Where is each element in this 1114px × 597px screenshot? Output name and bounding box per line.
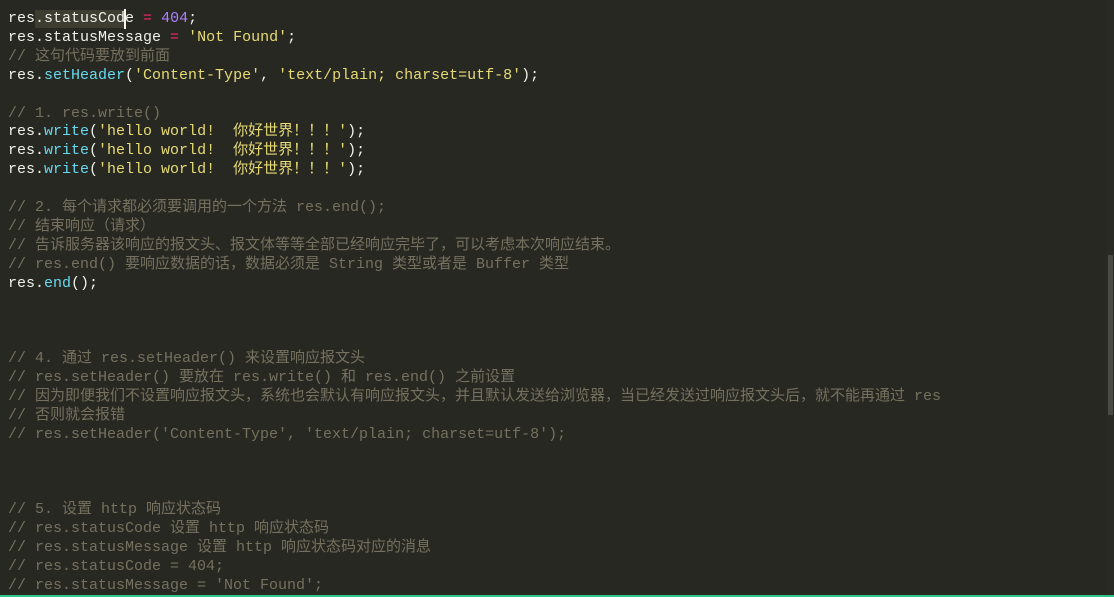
code-token: // 1. res.write(): [8, 104, 162, 122]
code-token: setHeader: [44, 66, 126, 84]
code-token: // res.statusCode = 404;: [8, 558, 225, 576]
code-token: write: [44, 142, 90, 160]
code-token: // 4. 通过 res.setHeader() 来设置响应报文头: [8, 350, 366, 368]
code-token: res.: [8, 142, 45, 160]
code-token: 'Content-Type': [134, 66, 261, 84]
code-token: // res.statusMessage = 'Not Found';: [8, 577, 324, 594]
code-line: // 1. res.write(): [8, 104, 161, 123]
code-token: );: [521, 66, 540, 84]
code-line: // 2. 每个请求都必须要调用的一个方法 res.end();: [8, 198, 386, 217]
code-token: res.statusMessage: [8, 28, 171, 46]
code-line: // 否则就会报错: [8, 406, 125, 425]
code-token: 'hello world! 你好世界！！！': [98, 161, 348, 179]
code-token: (: [89, 142, 99, 160]
code-line: res.write('hello world! 你好世界！！！');: [8, 160, 365, 179]
code-line: // res.statusCode = 404;: [8, 557, 224, 576]
code-token: // 告诉服务器该响应的报文头、报文体等等全部已经响应完毕了，可以考虑本次响应结…: [8, 236, 621, 254]
code-token: 404: [161, 10, 189, 27]
code-token: end: [44, 274, 72, 292]
code-token: // res.statusMessage 设置 http 响应状态码对应的消息: [8, 539, 432, 557]
code-line: // res.statusMessage 设置 http 响应状态码对应的消息: [8, 538, 431, 557]
code-token: 'text/plain; charset=utf-8': [278, 66, 522, 84]
code-token: // 否则就会报错: [8, 406, 126, 424]
code-token: // 因为即便我们不设置响应报文头，系统也会默认有响应报文头，并且默认发送给浏览…: [8, 388, 942, 405]
code-token: ;: [287, 28, 297, 46]
code-line: // 这句代码要放到前面: [8, 47, 170, 66]
vertical-scrollbar[interactable]: [1106, 0, 1114, 595]
code-line: // res.end() 要响应数据的话，数据必须是 String 类型或者是 …: [8, 255, 569, 274]
code-token: ,: [260, 66, 279, 84]
code-line: res.statusMessage = 'Not Found';: [8, 28, 296, 47]
code-token: =: [170, 28, 180, 46]
code-line: // res.statusMessage = 'Not Found';: [8, 576, 323, 595]
code-token: (: [89, 161, 99, 179]
code-token: 'hello world! 你好世界！！！': [98, 123, 348, 141]
code-token: );: [347, 142, 366, 160]
code-token: write: [44, 123, 90, 141]
code-token: // 结束响应（请求）: [8, 217, 156, 235]
code-token: res.: [8, 123, 45, 141]
code-line: // res.setHeader('Content-Type', 'text/p…: [8, 425, 566, 444]
code-editor[interactable]: res.statusCode = 404; res.statusMessage =…: [0, 0, 1104, 595]
code-line: res.end();: [8, 274, 98, 293]
code-token: res.: [8, 274, 45, 292]
scrollbar-thumb[interactable]: [1108, 255, 1113, 415]
code-token: =: [143, 10, 153, 27]
code-line: // res.setHeader() 要放在 res.write() 和 res…: [8, 368, 515, 387]
code-token: ();: [71, 274, 99, 292]
code-token: res.: [8, 66, 45, 84]
code-line: // 结束响应（请求）: [8, 217, 155, 236]
code-line: res.statusCode = 404;: [8, 9, 197, 28]
code-token: // 2. 每个请求都必须要调用的一个方法 res.end();: [8, 199, 387, 216]
code-token: // res.statusCode 设置 http 响应状态码: [8, 520, 330, 538]
code-line: res.write('hello world! 你好世界！！！');: [8, 122, 365, 141]
code-token: // 这句代码要放到前面: [8, 47, 171, 65]
code-line: res.write('hello world! 你好世界！！！');: [8, 141, 365, 160]
code-line: // 因为即便我们不设置响应报文头，系统也会默认有响应报文头，并且默认发送给浏览…: [8, 387, 941, 406]
code-token: );: [347, 161, 366, 179]
code-token: // res.end() 要响应数据的话，数据必须是 String 类型或者是 …: [8, 255, 570, 273]
code-token: // 5. 设置 http 响应状态码: [8, 501, 222, 519]
code-line: // res.statusCode 设置 http 响应状态码: [8, 519, 329, 538]
code-token: 'Not Found': [188, 28, 288, 46]
code-token: );: [347, 123, 366, 141]
code-token: res.: [8, 161, 45, 179]
code-token: 'hello world! 你好世界！！！': [98, 142, 348, 160]
code-line: // 5. 设置 http 响应状态码: [8, 500, 221, 519]
code-token: // res.setHeader('Content-Type', 'text/p…: [8, 425, 567, 443]
code-token: write: [44, 161, 90, 179]
code-token: // res.setHeader() 要放在 res.write() 和 res…: [8, 369, 516, 387]
code-token: ;: [188, 10, 198, 27]
code-token: (: [125, 66, 135, 84]
code-token: (: [89, 123, 99, 141]
code-token: res.statusCode: [8, 10, 144, 27]
code-line: res.setHeader('Content-Type', 'text/plai…: [8, 66, 539, 85]
code-line: // 4. 通过 res.setHeader() 来设置响应报文头: [8, 349, 365, 368]
text-cursor: [124, 9, 126, 29]
code-line: // 告诉服务器该响应的报文头、报文体等等全部已经响应完毕了，可以考虑本次响应结…: [8, 236, 620, 255]
